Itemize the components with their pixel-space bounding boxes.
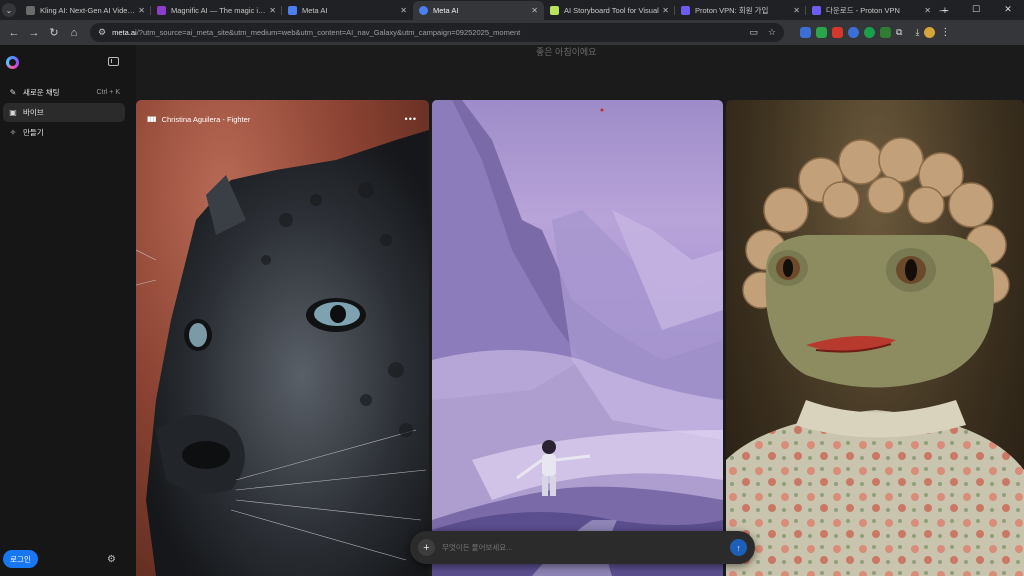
browser-tab[interactable]: Kling AI: Next-Gen AI Video & ✕: [20, 1, 151, 20]
attach-plus-icon[interactable]: +: [418, 539, 435, 556]
extension-icon[interactable]: [864, 27, 875, 38]
close-window-icon[interactable]: ✕: [992, 0, 1024, 19]
sidebar-toggle-icon[interactable]: [108, 57, 119, 66]
browser-menu-icon[interactable]: ⋮: [940, 27, 950, 38]
tab-favicon-icon: [812, 6, 821, 15]
greeting-text: 좋은 아침이에요: [536, 47, 597, 57]
browser-toolbar: ← → ↻ ⌂ ⚙ meta.ai/?utm_source=ai_meta_si…: [0, 20, 1024, 45]
extension-icon[interactable]: [800, 27, 811, 38]
url-host: meta.ai: [112, 28, 137, 37]
extension-icon[interactable]: [832, 27, 843, 38]
cast-icon[interactable]: ▭: [749, 27, 758, 38]
tab-title: Kling AI: Next-Gen AI Video &: [40, 6, 136, 15]
maximize-icon[interactable]: ☐: [960, 0, 992, 19]
tab-favicon-icon: [157, 6, 166, 15]
browser-tab[interactable]: Proton VPN: 회원 가입 ✕: [675, 1, 806, 20]
tab-title: Magnific AI — The magic imag: [171, 6, 267, 15]
site-info-icon[interactable]: ⚙: [98, 27, 106, 38]
frog-portrait-image: [726, 137, 1024, 576]
browser-tab-strip: ⌄ Kling AI: Next-Gen AI Video & ✕ Magnifi…: [0, 0, 1024, 20]
extensions-area: ⧉ ⤓ ⋮: [800, 27, 950, 38]
extensions-puzzle-icon[interactable]: ⧉: [896, 27, 902, 38]
sidebar-item-vibes[interactable]: ▣ 바이브: [3, 103, 125, 122]
chat-composer: + ↑: [410, 531, 755, 564]
feed-card[interactable]: [432, 100, 723, 576]
browser-tab[interactable]: 다운로드 - Proton VPN ✕: [806, 1, 937, 20]
panther-image: [136, 130, 429, 576]
tab-title: Meta AI: [433, 6, 459, 15]
create-icon: ✧: [9, 128, 17, 137]
feed-card[interactable]: ▮▮▮ Christina Aguilera - Fighter •••: [136, 100, 429, 576]
mountain-valley-image: [432, 100, 723, 576]
bookmark-star-icon[interactable]: ☆: [768, 27, 776, 38]
tab-close-icon[interactable]: ✕: [400, 6, 407, 15]
settings-gear-icon[interactable]: ⚙: [107, 554, 116, 565]
tab-favicon-icon: [550, 6, 559, 15]
sidebar: ✎ 새로운 채팅 Ctrl + K ▣ 바이브 ✧ 만들기 로그인 ⚙: [0, 45, 136, 576]
sidebar-nav: ✎ 새로운 채팅 Ctrl + K ▣ 바이브 ✧ 만들기: [3, 83, 125, 143]
meta-ai-app: ✎ 새로운 채팅 Ctrl + K ▣ 바이브 ✧ 만들기 로그인 ⚙ 좋은 아…: [0, 45, 1024, 576]
sidebar-item-label: 바이브: [23, 108, 44, 117]
new-chat-icon: ✎: [9, 88, 17, 97]
card-caption: Christina Aguilera - Fighter: [161, 114, 251, 124]
sidebar-item-create[interactable]: ✧ 만들기: [3, 123, 125, 142]
meta-ai-logo-icon[interactable]: [6, 56, 19, 69]
address-bar[interactable]: ⚙ meta.ai/?utm_source=ai_meta_site&utm_m…: [90, 23, 784, 42]
extension-icon[interactable]: [848, 27, 859, 38]
home-icon[interactable]: ⌂: [64, 23, 84, 43]
chat-input[interactable]: [442, 543, 730, 552]
tab-title: AI Storyboard Tool for Visual: [564, 6, 659, 15]
feed-card[interactable]: [726, 100, 1024, 576]
download-icon[interactable]: ⤓: [915, 27, 919, 38]
tab-favicon-icon: [419, 6, 428, 15]
tab-search-icon[interactable]: ⌄: [2, 3, 16, 17]
url-path: /?utm_source=ai_meta_site&utm_medium=web…: [136, 28, 521, 37]
tab-title: Meta AI: [302, 6, 328, 15]
extension-icon[interactable]: [816, 27, 827, 38]
back-icon[interactable]: ←: [4, 23, 24, 43]
window-controls: — ☐ ✕: [928, 0, 1024, 19]
audio-bars-icon: ▮▮▮: [147, 116, 157, 123]
login-button[interactable]: 로그인: [3, 550, 38, 568]
tab-favicon-icon: [681, 6, 690, 15]
tab-close-icon[interactable]: ✕: [662, 6, 669, 15]
browser-tab-active[interactable]: Meta AI ✕: [413, 1, 544, 20]
browser-tab[interactable]: AI Storyboard Tool for Visual ✕: [544, 1, 675, 20]
sidebar-item-label: 만들기: [23, 128, 44, 137]
profile-avatar[interactable]: [924, 27, 936, 38]
tab-close-icon[interactable]: ✕: [531, 6, 538, 15]
tab-title: 다운로드 - Proton VPN: [826, 6, 900, 15]
more-options-icon[interactable]: •••: [405, 114, 417, 124]
reload-icon[interactable]: ↻: [44, 23, 64, 43]
tab-favicon-icon: [288, 6, 297, 15]
tab-close-icon[interactable]: ✕: [138, 6, 145, 15]
sidebar-item-new-chat[interactable]: ✎ 새로운 채팅 Ctrl + K: [3, 83, 125, 102]
tab-close-icon[interactable]: ✕: [793, 6, 800, 15]
extension-icon[interactable]: [880, 27, 891, 38]
browser-tab[interactable]: Magnific AI — The magic imag ✕: [151, 1, 282, 20]
send-arrow-icon[interactable]: ↑: [730, 539, 747, 556]
browser-tab[interactable]: Meta AI ✕: [282, 1, 413, 20]
tab-title: Proton VPN: 회원 가입: [695, 6, 769, 15]
vibes-icon: ▣: [9, 108, 17, 117]
shortcut-hint: Ctrl + K: [96, 89, 120, 96]
tab-favicon-icon: [26, 6, 35, 15]
minimize-icon[interactable]: —: [928, 0, 960, 19]
vibes-feed: ▮▮▮ Christina Aguilera - Fighter ••• + 무…: [136, 100, 1024, 576]
forward-icon[interactable]: →: [24, 23, 44, 43]
card-header: ▮▮▮ Christina Aguilera - Fighter •••: [147, 114, 417, 124]
sidebar-item-label: 새로운 채팅: [23, 88, 60, 97]
tab-close-icon[interactable]: ✕: [269, 6, 276, 15]
